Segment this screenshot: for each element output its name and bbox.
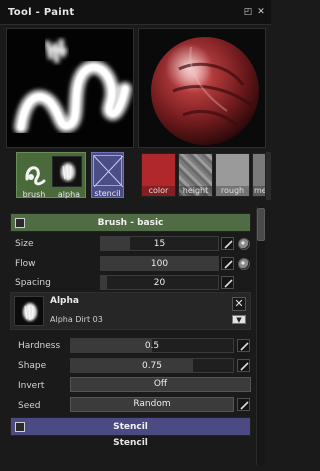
alpha-title: Alpha bbox=[50, 296, 79, 306]
random-jitter-icon[interactable] bbox=[238, 258, 250, 270]
panel-scrollbar[interactable] bbox=[256, 207, 265, 465]
pen-pressure-icon[interactable] bbox=[221, 237, 234, 250]
channel-metallic[interactable]: met bbox=[252, 153, 266, 197]
stencil-title: Stencil bbox=[113, 422, 148, 432]
stencil-tile-label: stencil bbox=[94, 189, 121, 198]
stencil-selector[interactable]: stencil bbox=[91, 152, 124, 198]
flow-label: Flow bbox=[15, 259, 36, 269]
pin-icon[interactable]: ◰ bbox=[243, 7, 253, 17]
random-jitter-icon[interactable] bbox=[238, 238, 250, 250]
hardness-label: Hardness bbox=[18, 341, 61, 351]
pen-pressure-icon[interactable] bbox=[237, 359, 250, 372]
shape-slider[interactable]: 0.75 bbox=[70, 358, 234, 373]
channel-height[interactable]: height bbox=[178, 153, 213, 197]
channel-label: met bbox=[253, 186, 265, 196]
stencil-subheader: Stencil bbox=[113, 438, 148, 448]
panel-scroll-thumb[interactable] bbox=[257, 208, 265, 241]
brush-shape-icon[interactable] bbox=[19, 156, 49, 187]
channel-label: height bbox=[179, 186, 212, 196]
hardness-slider[interactable]: 0.5 bbox=[70, 338, 234, 353]
size-value: 15 bbox=[153, 239, 166, 249]
channel-label: color bbox=[142, 186, 175, 196]
alpha-dropdown-button[interactable]: ▼ bbox=[232, 315, 246, 324]
sphere-preview bbox=[138, 28, 266, 148]
stencil-empty-icon bbox=[93, 155, 124, 188]
size-slider[interactable]: 15 bbox=[100, 236, 219, 251]
clear-alpha-button[interactable]: ✕ bbox=[232, 297, 246, 311]
invert-label: Invert bbox=[18, 381, 45, 391]
pen-pressure-icon[interactable] bbox=[237, 339, 250, 352]
shape-label: Shape bbox=[18, 361, 47, 371]
alpha-tile-label: alpha bbox=[57, 190, 81, 199]
stroke-preview bbox=[6, 28, 134, 148]
brush-alpha-selector[interactable]: brush alpha bbox=[16, 152, 86, 199]
channel-color[interactable]: color bbox=[141, 153, 176, 197]
stencil-header[interactable]: Stencil bbox=[10, 417, 251, 436]
alpha-panel bbox=[10, 292, 251, 330]
pen-pressure-icon[interactable] bbox=[221, 257, 234, 270]
channel-scroll[interactable] bbox=[266, 152, 271, 200]
window-title: Tool - Paint bbox=[8, 7, 75, 18]
seed-button[interactable]: Random bbox=[70, 397, 234, 412]
alpha-name: Alpha Dirt 03 bbox=[50, 315, 103, 324]
spacing-slider[interactable]: 20 bbox=[100, 275, 219, 290]
alpha-shape-icon[interactable] bbox=[52, 156, 82, 187]
flow-slider[interactable]: 100 bbox=[100, 256, 219, 271]
window-titlebar: Tool - Paint ◰ ✕ bbox=[0, 0, 271, 25]
flow-value: 100 bbox=[150, 259, 169, 269]
pen-pressure-icon[interactable] bbox=[237, 398, 250, 411]
shape-value: 0.75 bbox=[141, 361, 163, 371]
close-icon[interactable]: ✕ bbox=[256, 7, 266, 17]
brush-basic-header[interactable]: Brush - basic bbox=[10, 213, 251, 232]
spacing-label: Spacing bbox=[15, 278, 51, 288]
brush-basic-title: Brush - basic bbox=[97, 218, 164, 228]
channel-label: rough bbox=[216, 186, 249, 196]
seed-label: Seed bbox=[18, 401, 41, 411]
alpha-preview-icon[interactable] bbox=[14, 296, 44, 326]
brush-tile-label: brush bbox=[22, 190, 46, 199]
channel-roughness[interactable]: rough bbox=[215, 153, 250, 197]
hardness-value: 0.5 bbox=[144, 341, 160, 351]
invert-toggle[interactable]: Off bbox=[70, 377, 251, 392]
spacing-value: 20 bbox=[153, 278, 166, 288]
size-label: Size bbox=[15, 239, 34, 249]
pen-pressure-icon[interactable] bbox=[221, 276, 234, 289]
